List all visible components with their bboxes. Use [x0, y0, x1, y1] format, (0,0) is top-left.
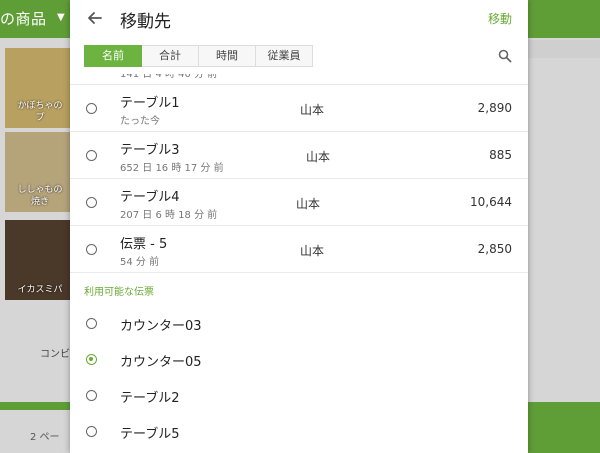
available-ticket-row[interactable]: カウンター05 — [70, 342, 528, 378]
dialog-header: 移動先 移動 — [70, 0, 528, 38]
ticket-staff: 山本 — [306, 150, 331, 164]
radio-button[interactable] — [86, 103, 97, 114]
background-product-thumb: かぼちゃのプ — [5, 48, 75, 128]
ticket-time: 652 日 16 時 17 分 前 — [120, 163, 224, 174]
tab-sort-3[interactable]: 従業員 — [256, 45, 313, 67]
back-arrow-icon[interactable] — [85, 8, 105, 28]
background-product-thumb: ししゃもの 焼き — [5, 132, 75, 212]
ticket-time: 141 日 4 時 40 分 前 — [120, 74, 218, 80]
ticket-amount: 2,850 — [477, 242, 512, 256]
background-title: の商品 — [0, 10, 47, 28]
available-ticket-row[interactable]: カウンター03 — [70, 306, 528, 342]
radio-button[interactable] — [86, 318, 97, 329]
ticket-amount: 2,890 — [477, 101, 512, 115]
ticket-staff: 山本 — [300, 103, 325, 117]
background-combi-label: コンビ — [40, 349, 70, 360]
product-caption-line: イカスミパ — [17, 285, 63, 295]
ticket-staff: 山本 — [300, 244, 325, 258]
ticket-name: カウンター03 — [120, 319, 202, 334]
background-strip — [0, 402, 70, 410]
radio-button-selected[interactable] — [86, 354, 97, 365]
product-caption-line: プ — [35, 113, 45, 123]
ticket-row[interactable]: テーブル4 207 日 6 時 18 分 前 山本 10,644 — [70, 179, 528, 226]
background-action-bar — [528, 402, 600, 453]
ticket-row[interactable]: 141 日 4 時 40 分 前山本990 — [70, 74, 528, 85]
move-destination-dialog: 移動先 移動 名前合計時間従業員 141 日 4 時 40 分 前山本990テー… — [70, 0, 528, 453]
ticket-row[interactable]: テーブル3 652 日 16 時 17 分 前 山本 885 — [70, 132, 528, 179]
tab-sort-0[interactable]: 名前 — [84, 45, 142, 67]
sort-tabs: 名前 合計 時間 従業員 — [84, 45, 313, 67]
product-caption: イカスミパ — [5, 284, 75, 296]
product-caption: ししゃもの 焼き — [5, 184, 75, 208]
product-caption-line: 焼き — [30, 197, 49, 207]
tab-sort-1[interactable]: 合計 — [142, 45, 199, 67]
product-caption-line: ししゃもの — [17, 185, 63, 195]
ticket-name: テーブル3 — [120, 143, 180, 158]
radio-button[interactable] — [86, 197, 97, 208]
ticket-list[interactable]: 141 日 4 時 40 分 前山本990テーブル1たった今山本2,890テーブ… — [70, 74, 528, 453]
ticket-name: テーブル1 — [120, 96, 180, 111]
ticket-name: カウンター05 — [120, 355, 202, 370]
ticket-time: 54 分 前 — [120, 257, 160, 268]
available-ticket-row[interactable]: テーブル5 — [70, 414, 528, 450]
ticket-name: テーブル5 — [120, 427, 180, 442]
radio-button[interactable] — [86, 390, 97, 401]
chevron-down-icon: ▼ — [57, 12, 65, 23]
tab-sort-2[interactable]: 時間 — [199, 45, 256, 67]
radio-button[interactable] — [86, 150, 97, 161]
ticket-time: 207 日 6 時 18 分 前 — [120, 210, 218, 221]
ticket-name: 伝票 - 5 — [120, 237, 168, 252]
background-right-bar — [528, 40, 600, 58]
product-caption-line: かぼちゃの — [17, 101, 63, 111]
ticket-amount: 885 — [489, 148, 512, 162]
ticket-staff: 山本 — [296, 197, 321, 211]
background-page-label: 2 ペー — [30, 432, 60, 443]
ticket-row[interactable]: 伝票 - 5 54 分 前 山本 2,850 — [70, 226, 528, 273]
search-icon[interactable] — [498, 49, 512, 63]
ticket-name: テーブル4 — [120, 190, 180, 205]
ticket-row[interactable]: テーブル1 たった今 山本 2,890 — [70, 85, 528, 132]
ticket-amount: 10,644 — [470, 195, 512, 209]
ticket-time: たった今 — [120, 116, 160, 127]
ticket-name: テーブル2 — [120, 391, 180, 406]
product-caption: かぼちゃのプ — [5, 100, 75, 124]
dialog-title: 移動先 — [120, 12, 171, 32]
radio-button[interactable] — [86, 426, 97, 437]
radio-button[interactable] — [86, 244, 97, 255]
move-button[interactable]: 移動 — [488, 10, 512, 27]
background-product-thumb: イカスミパ — [5, 220, 75, 300]
available-tickets-header: 利用可能な伝票 — [84, 287, 154, 298]
available-ticket-row[interactable]: テーブル2 — [70, 378, 528, 414]
